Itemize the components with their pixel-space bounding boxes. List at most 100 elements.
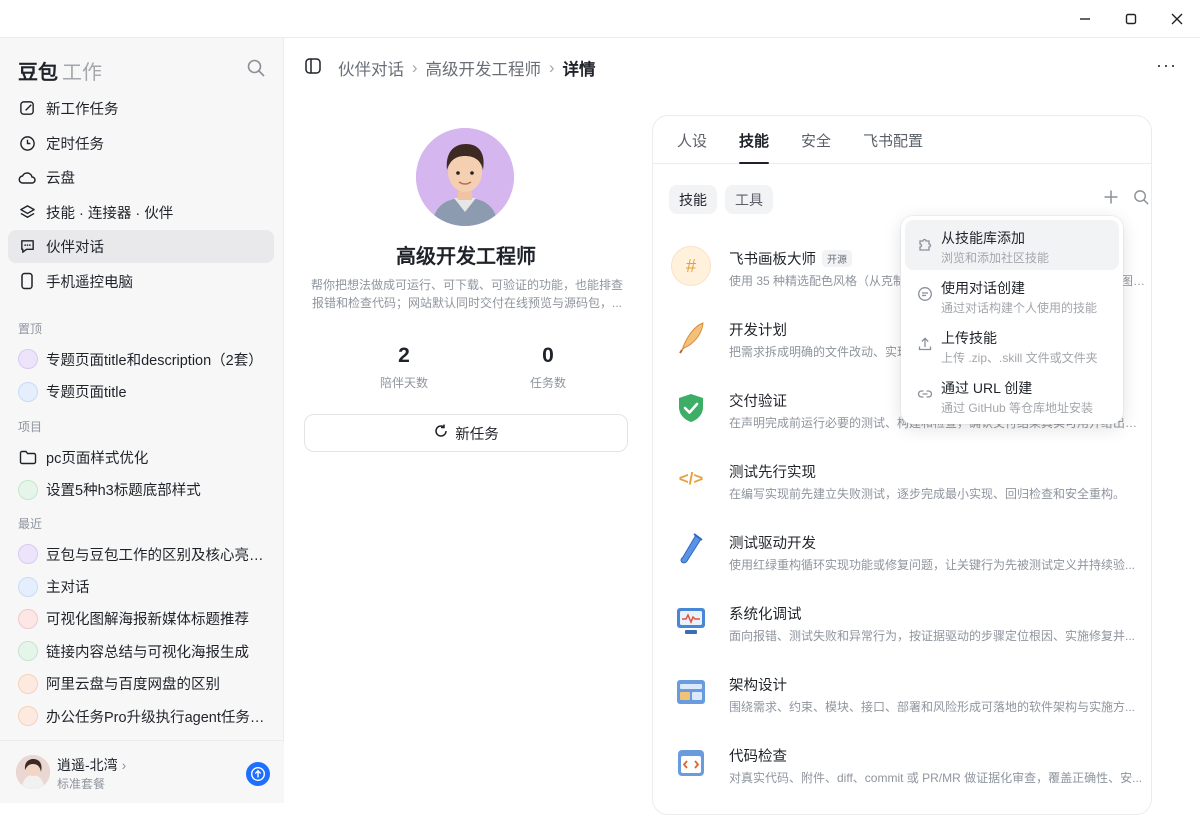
stat-label: 任务数 [529,376,566,390]
nav-label: 伙伴对话 [46,240,104,257]
list-item[interactable]: 可视化图解海报新媒体标题推荐 [8,603,274,635]
open-source-badge: 开源 [822,250,852,267]
avatar [16,755,50,789]
list-item-label: 设置5种h3标题底部样式 [46,483,201,500]
menu-item-create-by-chat[interactable]: 使用对话创建 通过对话构建个人使用的技能 [905,270,1119,320]
more-options-button[interactable]: ··· [1156,55,1177,76]
menu-item-title: 通过 URL 创建 [941,380,1033,396]
skill-item[interactable]: 测试驱动开发 使用红绿重构循环实现功能或修复问题，让关键行为先被测试定义并持续验… [669,520,1151,591]
partner-name: 高级开发工程师 [396,246,536,268]
menu-item-desc: 浏览和添加社区技能 [941,251,1050,265]
minimize-button[interactable] [1062,0,1108,38]
list-item[interactable]: 专题页面title [8,375,274,407]
arrow-up-circle-icon [250,766,266,782]
skill-name: 测试驱动开发 [729,536,816,552]
nav-cloud[interactable]: 云盘 [8,161,274,194]
list-item[interactable]: 链接内容总结与可视化海报生成 [8,635,274,667]
pinned-section-label: 置顶 [18,322,43,336]
list-item[interactable]: 主对话 [8,570,274,602]
pinned-list: 专题页面title和description（2套） 专题页面title [8,343,274,408]
skill-item[interactable]: </> 测试先行实现 在编写实现前先建立失败测试，逐步完成最小实现、回归检查和安… [669,449,1151,520]
breadcrumb-item[interactable]: 高级开发工程师 [426,56,542,80]
conversation-icon [18,576,38,597]
upload-icon [917,336,933,352]
search-icon[interactable] [1133,189,1150,210]
title-bar [0,0,1200,38]
projects-list: pc页面样式优化 设置5种h3标题底部样式 [8,441,274,506]
maximize-icon [1125,13,1137,25]
skill-item[interactable]: 系统化调试 面向报错、测试失败和异常行为，按证据驱动的步骤定位根因、实施修复并.… [669,591,1151,662]
close-button[interactable] [1154,0,1200,38]
breadcrumb-item[interactable]: 伙伴对话 [338,56,404,80]
nav-phone-remote[interactable]: 手机遥控电脑 [8,265,274,298]
add-icon[interactable] [1103,189,1119,210]
nav-scheduled[interactable]: 定时任务 [8,127,274,160]
nav-new-task[interactable]: 新工作任务 [8,92,274,125]
skill-title: 测试驱动开发 [729,532,816,553]
list-item[interactable]: 设置5种h3标题底部样式 [8,473,274,505]
list-item[interactable]: 专题页面title和description（2套） [8,343,274,375]
conversation-icon [18,349,38,370]
tab-security[interactable]: 安全 [801,116,831,164]
clock-icon [18,134,36,152]
sidebar-search-button[interactable] [246,58,268,80]
skill-desc: 对真实代码、附件、diff、commit 或 PR/MR 做证据化审查，覆盖正确… [729,771,1143,785]
more-icon: ··· [1156,55,1177,75]
maximize-button[interactable] [1108,0,1154,38]
tab-skills[interactable]: 技能 [739,116,770,164]
tab-feishu-config[interactable]: 飞书配置 [863,116,923,164]
menu-item-upload-skill[interactable]: 上传技能 上传 .zip、.skill 文件或文件夹 [905,320,1119,370]
user-name-text: 逍遥-北湾 [57,757,118,773]
skill-item[interactable]: 架构设计 围绕需求、约束、模块、接口、部署和风险形成可落地的软件架构与实施方..… [669,662,1151,733]
user-profile[interactable]: 逍遥-北湾 › 标准套餐 [0,740,284,803]
conversation-icon [18,544,38,565]
skill-title: 系统化调试 [729,603,802,624]
skill-title: 代码检查 [729,745,787,766]
sidebar-toggle-icon[interactable] [304,57,322,80]
skill-title: 测试先行实现 [729,461,816,482]
partner-avatar [416,128,514,226]
app-brand: 豆包 工作 [18,56,102,85]
add-skill-menu: 从技能库添加 浏览和添加社区技能 使用对话创建 通过对话构建个人使用的技能 上传… [901,216,1123,424]
list-item[interactable]: 办公任务Pro升级执行agent任务讲解 [8,700,274,732]
conversation-icon [18,673,38,694]
new-task-button[interactable]: 新任务 [304,414,628,452]
sidebar: 豆包 工作 新工作任务 定时任务 云盘 技能 · 连接器 · 伙伴 伙伴对话 手机… [0,38,284,803]
menu-item-add-from-library[interactable]: 从技能库添加 浏览和添加社区技能 [905,220,1119,270]
menu-item-create-by-url[interactable]: 通过 URL 创建 通过 GitHub 等仓库地址安装 [905,370,1119,420]
monitor-icon [671,601,711,641]
window-controls [1062,0,1200,38]
shield-check-icon [671,388,711,428]
chevron-right-icon: › [412,58,418,77]
skill-item[interactable]: 代码检查 对真实代码、附件、diff、commit 或 PR/MR 做证据化审查… [669,733,1151,804]
nav-partner-chat[interactable]: 伙伴对话 [8,230,274,264]
chevron-right-icon: › [549,58,555,77]
list-item[interactable]: 阿里云盘与百度网盘的区别 [8,668,274,700]
breadcrumb-current: 详情 [562,61,596,79]
nav-skills[interactable]: 技能 · 连接器 · 伙伴 [8,196,274,229]
stat-value: 2 [398,344,410,367]
skill-name: 系统化调试 [729,607,802,623]
nav-label: 技能 · 连接器 · 伙伴 [46,205,174,222]
skill-name: 架构设计 [729,678,787,694]
list-item-label: 链接内容总结与可视化海报生成 [46,644,249,661]
conversation-icon [18,641,38,662]
config-tabs: 人设 技能 安全 飞书配置 [653,116,1151,164]
phone-icon [18,272,36,290]
upgrade-button[interactable] [246,762,270,786]
list-item[interactable]: pc页面样式优化 [8,441,274,473]
list-item[interactable]: 豆包与豆包工作的区别及核心亮点对比 [8,538,274,570]
list-item-label: 可视化图解海报新媒体标题推荐 [46,612,249,629]
new-task-label: 新任务 [455,426,499,443]
menu-item-desc: 通过对话构建个人使用的技能 [941,301,1098,315]
skill-name: 代码检查 [729,749,787,765]
chip-tools[interactable]: 工具 [725,185,773,214]
grid-icon: # [671,246,711,286]
menu-item-desc: 通过 GitHub 等仓库地址安装 [941,401,1094,415]
chat-icon [18,238,36,256]
chip-skills[interactable]: 技能 [669,185,717,214]
skill-desc: 使用红绿重构循环实现功能或修复问题，让关键行为先被测试定义并持续验... [729,558,1136,572]
chevron-right-icon: › [121,757,127,773]
partner-description: 帮你把想法做成可运行、可下载、可验证的功能，也能排查报错和检查代码；网站默认同时… [310,278,623,310]
tab-persona[interactable]: 人设 [677,116,707,164]
